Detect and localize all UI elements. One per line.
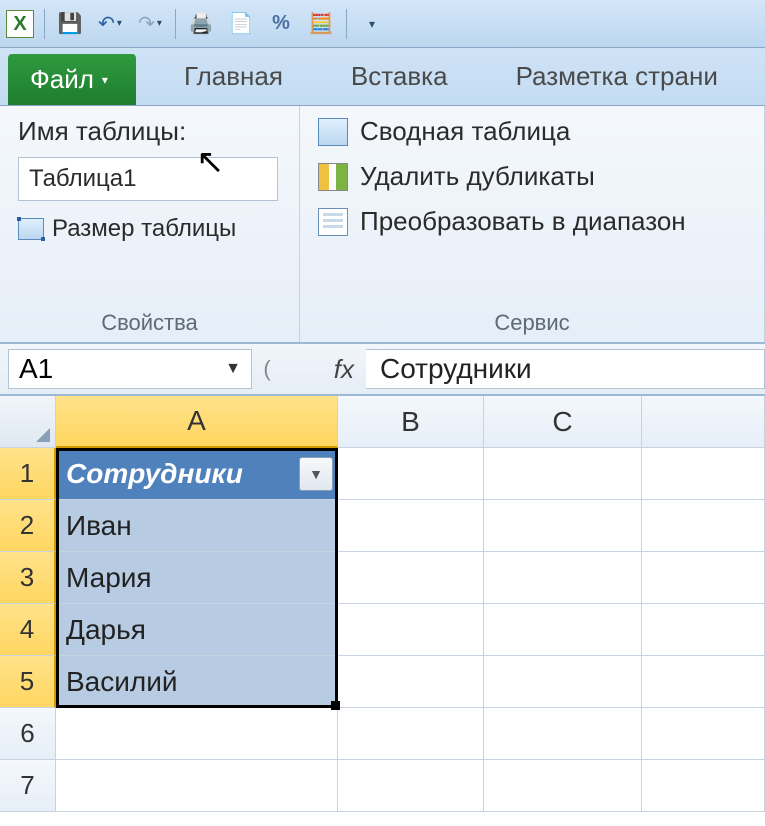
ribbon-group-properties: Имя таблицы: Размер таблицы Свойства ↖ bbox=[0, 106, 300, 342]
undo-icon[interactable]: ↶ bbox=[95, 9, 125, 39]
row-header-3[interactable]: 3 bbox=[0, 552, 56, 604]
row-header-1[interactable]: 1 bbox=[0, 448, 56, 500]
cell-A6[interactable] bbox=[56, 708, 338, 760]
qat-separator bbox=[175, 9, 176, 39]
name-box[interactable]: A1 ▼ bbox=[8, 349, 252, 389]
col-header-C[interactable]: C bbox=[484, 396, 642, 448]
pivot-table-icon bbox=[318, 118, 348, 146]
cell-D6[interactable] bbox=[642, 708, 765, 760]
row-header-6[interactable]: 6 bbox=[0, 708, 56, 760]
redo-icon[interactable]: ↷ bbox=[135, 9, 165, 39]
ribbon: Имя таблицы: Размер таблицы Свойства ↖ С… bbox=[0, 106, 765, 344]
resize-table-button[interactable]: Размер таблицы bbox=[18, 215, 281, 243]
tab-home[interactable]: Главная bbox=[164, 48, 303, 105]
cell-A7[interactable] bbox=[56, 760, 338, 812]
row-header-2[interactable]: 2 bbox=[0, 500, 56, 552]
name-box-value: A1 bbox=[19, 353, 53, 385]
cell-B2[interactable] bbox=[338, 500, 484, 552]
table-name-label: Имя таблицы: bbox=[18, 116, 281, 147]
cell-D3[interactable] bbox=[642, 552, 765, 604]
cell-D1[interactable] bbox=[642, 448, 765, 500]
select-all-corner[interactable] bbox=[0, 396, 56, 448]
cell-C6[interactable] bbox=[484, 708, 642, 760]
table-name-input[interactable] bbox=[18, 157, 278, 201]
ribbon-group-label: Сервис bbox=[318, 304, 746, 340]
qat-separator bbox=[346, 9, 347, 39]
formula-bar: A1 ▼ ( fx Сотрудники bbox=[0, 344, 765, 396]
fx-icon[interactable]: fx bbox=[282, 354, 366, 385]
percent-style-icon[interactable]: % bbox=[266, 9, 296, 39]
cell-C7[interactable] bbox=[484, 760, 642, 812]
cell-A2[interactable]: Иван bbox=[56, 500, 338, 552]
new-doc-icon[interactable]: 📄 bbox=[226, 9, 256, 39]
format-icon[interactable]: 🧮 bbox=[306, 9, 336, 39]
filter-dropdown-icon[interactable]: ▼ bbox=[299, 457, 333, 491]
cell-C2[interactable] bbox=[484, 500, 642, 552]
convert-range-icon bbox=[318, 208, 348, 236]
convert-range-label: Преобразовать в диапазон bbox=[360, 206, 686, 237]
resize-table-label: Размер таблицы bbox=[52, 215, 236, 243]
cell-B7[interactable] bbox=[338, 760, 484, 812]
convert-range-button[interactable]: Преобразовать в диапазон bbox=[318, 206, 746, 237]
chevron-down-icon[interactable]: ▼ bbox=[225, 360, 241, 378]
summarize-pivot-button[interactable]: Сводная таблица bbox=[318, 116, 746, 147]
quick-print-icon[interactable]: 🖨️ bbox=[186, 9, 216, 39]
cell-C5[interactable] bbox=[484, 656, 642, 708]
remove-duplicates-button[interactable]: Удалить дубликаты bbox=[318, 161, 746, 192]
save-icon[interactable]: 💾 bbox=[55, 9, 85, 39]
cell-A1[interactable]: Сотрудники ▼ bbox=[56, 448, 338, 500]
qat-customize-icon[interactable]: ▾ bbox=[357, 9, 387, 39]
col-header-A[interactable]: A bbox=[56, 396, 338, 448]
cell-D7[interactable] bbox=[642, 760, 765, 812]
remove-duplicates-icon bbox=[318, 163, 348, 191]
ribbon-group-label: Свойства bbox=[18, 304, 281, 340]
remove-duplicates-label: Удалить дубликаты bbox=[360, 161, 595, 192]
col-header-B[interactable]: B bbox=[338, 396, 484, 448]
formula-bar-divider: ( bbox=[252, 356, 282, 382]
cell-D5[interactable] bbox=[642, 656, 765, 708]
tab-page-layout[interactable]: Разметка страни bbox=[496, 48, 738, 105]
cell-C4[interactable] bbox=[484, 604, 642, 656]
qat-separator bbox=[44, 9, 45, 39]
cell-B6[interactable] bbox=[338, 708, 484, 760]
formula-input[interactable]: Сотрудники bbox=[366, 349, 765, 389]
col-header-D[interactable] bbox=[642, 396, 765, 448]
cell-B4[interactable] bbox=[338, 604, 484, 656]
cell-B5[interactable] bbox=[338, 656, 484, 708]
cell-C1[interactable] bbox=[484, 448, 642, 500]
resize-table-icon bbox=[18, 218, 44, 240]
row-header-5[interactable]: 5 bbox=[0, 656, 56, 708]
cell-B1[interactable] bbox=[338, 448, 484, 500]
cell-A4[interactable]: Дарья bbox=[56, 604, 338, 656]
cell-C3[interactable] bbox=[484, 552, 642, 604]
excel-logo-icon: X bbox=[6, 10, 34, 38]
row-header-4[interactable]: 4 bbox=[0, 604, 56, 656]
worksheet-grid: A B C 1 Сотрудники ▼ 2 Иван 3 Мария 4 Да… bbox=[0, 396, 765, 812]
pivot-label: Сводная таблица bbox=[360, 116, 570, 147]
ribbon-group-tools: Сводная таблица Удалить дубликаты Преобр… bbox=[300, 106, 765, 342]
quick-access-toolbar: X 💾 ↶ ↷ 🖨️ 📄 % 🧮 ▾ bbox=[0, 0, 765, 48]
cell-D2[interactable] bbox=[642, 500, 765, 552]
cell-D4[interactable] bbox=[642, 604, 765, 656]
cell-A1-value: Сотрудники bbox=[66, 458, 243, 490]
cell-B3[interactable] bbox=[338, 552, 484, 604]
cell-A5[interactable]: Василий bbox=[56, 656, 338, 708]
ribbon-tabs: Файл Главная Вставка Разметка страни bbox=[0, 48, 765, 106]
row-header-7[interactable]: 7 bbox=[0, 760, 56, 812]
cell-A3[interactable]: Мария bbox=[56, 552, 338, 604]
tab-insert[interactable]: Вставка bbox=[331, 48, 468, 105]
tab-file[interactable]: Файл bbox=[8, 54, 136, 105]
